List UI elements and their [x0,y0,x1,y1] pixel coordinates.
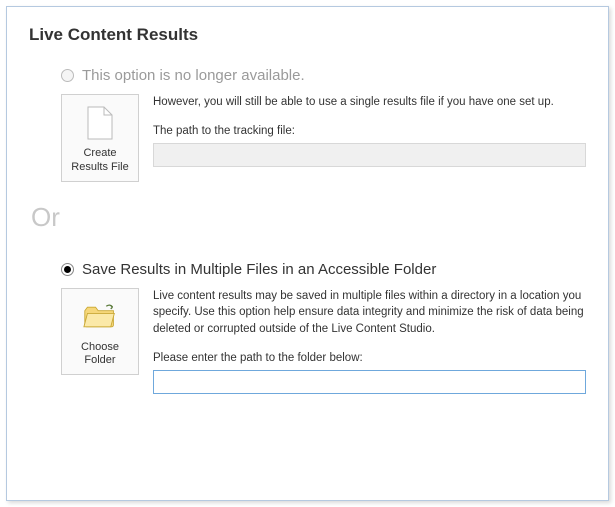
option1-radio-row: This option is no longer available. [61,67,586,84]
option1-field-label: The path to the tracking file: [153,123,586,140]
option-multiple-files: Save Results in Multiple Files in an Acc… [61,261,586,395]
live-content-results-panel: Live Content Results This option is no l… [6,6,609,501]
option2-label: Save Results in Multiple Files in an Acc… [82,261,436,278]
option2-radio-row[interactable]: Save Results in Multiple Files in an Acc… [61,261,586,278]
option2-field-label: Please enter the path to the folder belo… [153,350,586,367]
option2-description: Live content results may be saved in mul… [153,288,586,338]
or-divider: Or [31,202,586,233]
option1-label: This option is no longer available. [82,67,305,84]
option1-text: However, you will still be able to use a… [153,94,586,167]
option2-radio[interactable] [61,263,74,276]
option1-description: However, you will still be able to use a… [153,94,586,111]
option1-body: Create Results File However, you will st… [61,94,586,182]
create-results-file-label: Create Results File [66,147,134,175]
folder-path-input[interactable] [153,370,586,394]
folder-icon [83,297,117,337]
choose-folder-label: Choose Folder [66,341,134,369]
tracking-file-path-field [153,143,586,167]
option2-body: Choose Folder Live content results may b… [61,288,586,395]
option1-radio [61,69,74,82]
file-icon [83,103,117,143]
create-results-file-button[interactable]: Create Results File [61,94,139,182]
option2-text: Live content results may be saved in mul… [153,288,586,395]
choose-folder-button[interactable]: Choose Folder [61,288,139,376]
section-title: Live Content Results [29,25,586,45]
option-single-file: This option is no longer available. Crea… [61,67,586,182]
